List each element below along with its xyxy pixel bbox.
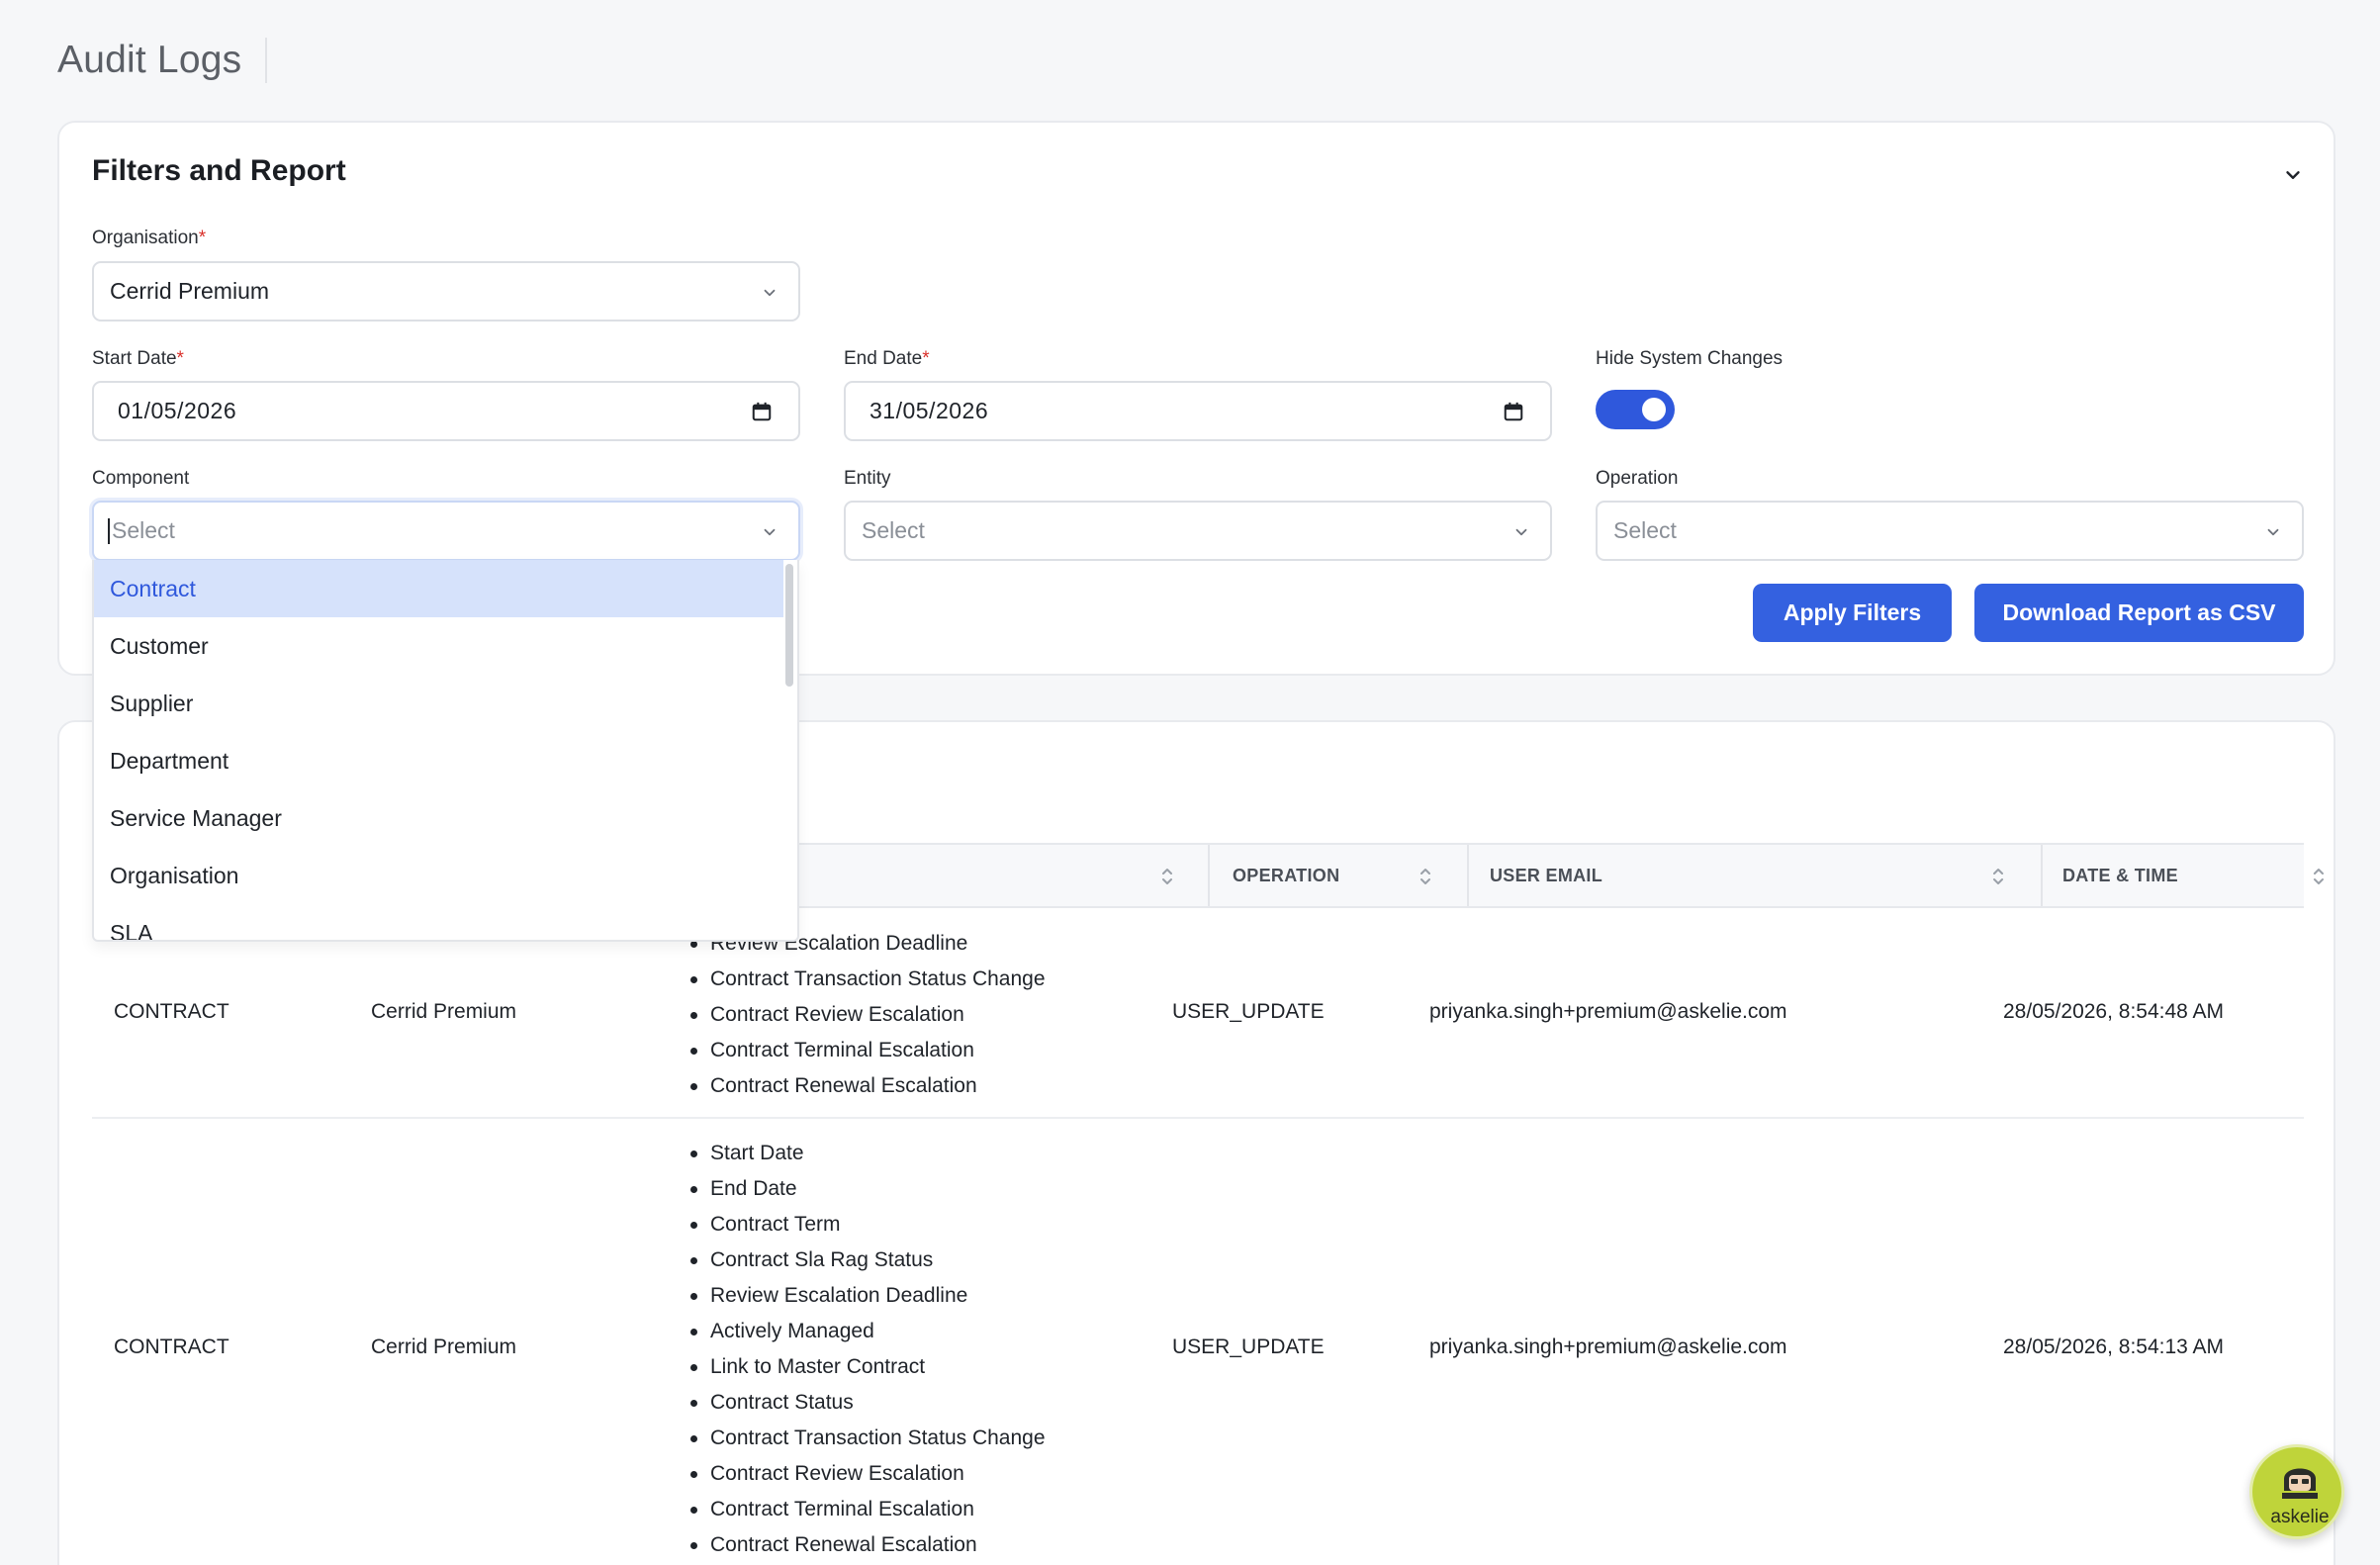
list-item: Contract Status (690, 1385, 1046, 1421)
column-separator (1467, 845, 1469, 906)
dropdown-option-supplier[interactable]: Supplier (94, 675, 783, 732)
filters-title: Filters and Report (92, 154, 346, 187)
dropdown-option-service-manager[interactable]: Service Manager (94, 789, 783, 847)
list-item: Review Escalation Deadline (690, 1278, 1046, 1314)
hide-system-changes-toggle[interactable] (1596, 390, 1675, 429)
text-caret (108, 517, 110, 544)
row-operation: USER_UPDATE (1172, 1335, 1325, 1358)
component-placeholder: Select (112, 517, 175, 543)
list-item: Contract Renewal Escalation (690, 1068, 1046, 1104)
list-item: End Date (690, 1171, 1046, 1207)
header-divider (265, 38, 268, 83)
col-operation-header[interactable]: OPERATION (1233, 845, 1339, 906)
end-date-value: 31/05/2026 (870, 398, 989, 423)
page-header: Audit Logs (57, 38, 268, 83)
dropdown-option-department[interactable]: Department (94, 732, 783, 789)
entity-label: Entity (844, 468, 891, 489)
chevron-down-icon (1515, 528, 1527, 536)
dropdown-option-contract[interactable]: Contract (94, 560, 783, 617)
row-component: CONTRACT (114, 1000, 229, 1023)
calendar-icon[interactable] (751, 401, 773, 422)
organisation-label: Organisation* (92, 228, 207, 248)
sort-icon[interactable] (1160, 865, 1174, 888)
assistant-label: askelie (2270, 1507, 2330, 1527)
list-item: Contract Terminal Escalation (690, 1492, 1046, 1527)
column-separator (1208, 845, 1210, 906)
dropdown-option-customer[interactable]: Customer (94, 617, 783, 675)
col-date-time-header[interactable]: DATE & TIME (2062, 845, 2178, 906)
row-operation: USER_UPDATE (1172, 1000, 1325, 1023)
list-item: Start Date (690, 1136, 1046, 1171)
chevron-down-icon (764, 528, 776, 536)
row-date-time: 28/05/2026, 8:54:13 AM (2003, 1335, 2225, 1358)
row-organisation: Cerrid Premium (371, 1000, 517, 1023)
end-date-input[interactable]: 31/05/2026 (844, 381, 1552, 441)
list-item: Contract Transaction Status Change (690, 962, 1046, 997)
col-user-email-header[interactable]: USER EMAIL (1490, 845, 1602, 906)
list-item: Contract Review Escalation (690, 1456, 1046, 1492)
operation-placeholder: Select (1613, 517, 1677, 543)
chevron-down-icon (2267, 528, 2279, 536)
end-date-label: End Date* (844, 348, 930, 369)
sort-icon[interactable] (2312, 865, 2326, 888)
list-item: Contract Renewal Escalation (690, 1527, 1046, 1563)
list-item: Contract Term (690, 1207, 1046, 1243)
list-item: Contract Review Escalation (690, 997, 1046, 1033)
organisation-select[interactable]: Cerrid Premium (92, 261, 800, 322)
component-dropdown-menu: Contract Customer Supplier Department Se… (92, 560, 799, 942)
assistant-chat-button[interactable]: askelie (2249, 1444, 2344, 1539)
row-component: CONTRACT (114, 1335, 229, 1358)
dropdown-option-organisation[interactable]: Organisation (94, 847, 783, 904)
list-item: Contract Terminal Escalation (690, 1033, 1046, 1068)
row-organisation: Cerrid Premium (371, 1335, 517, 1358)
component-label: Component (92, 468, 190, 489)
row-fields-list: Start Date End Date Contract Term Contra… (690, 1136, 1046, 1563)
calendar-icon[interactable] (1503, 401, 1524, 422)
assistant-avatar-icon (2282, 1468, 2318, 1499)
page-title: Audit Logs (57, 39, 242, 81)
toggle-knob (1642, 398, 1666, 421)
start-date-label: Start Date* (92, 348, 184, 369)
entity-placeholder: Select (862, 517, 925, 543)
apply-filters-button[interactable]: Apply Filters (1753, 584, 1952, 642)
sort-icon[interactable] (1419, 865, 1432, 888)
component-select[interactable]: Select (92, 501, 800, 561)
dropdown-scrollbar[interactable] (785, 564, 793, 687)
download-csv-button[interactable]: Download Report as CSV (1974, 584, 2304, 642)
operation-label: Operation (1596, 468, 1679, 489)
organisation-value: Cerrid Premium (110, 278, 270, 304)
sort-icon[interactable] (1991, 865, 2005, 888)
list-item: Actively Managed (690, 1314, 1046, 1349)
row-fields-list: Review Escalation Deadline Contract Tran… (690, 926, 1046, 1104)
column-separator (2041, 845, 2043, 906)
start-date-value: 01/05/2026 (118, 398, 237, 423)
list-item: Link to Master Contract (690, 1349, 1046, 1385)
operation-select[interactable]: Select (1596, 501, 2304, 561)
dropdown-option-sla[interactable]: SLA (94, 904, 783, 941)
start-date-input[interactable]: 01/05/2026 (92, 381, 800, 441)
chevron-down-icon[interactable] (2282, 164, 2304, 186)
hide-system-changes-label: Hide System Changes (1596, 348, 1784, 369)
entity-select[interactable]: Select (844, 501, 1552, 561)
row-divider (92, 1117, 2304, 1119)
row-date-time: 28/05/2026, 8:54:48 AM (2003, 1000, 2225, 1023)
row-user-email: priyanka.singh+premium@askelie.com (1429, 1000, 1787, 1023)
list-item: Contract Sla Rag Status (690, 1243, 1046, 1278)
chevron-down-icon (764, 289, 776, 297)
list-item: Contract Transaction Status Change (690, 1421, 1046, 1456)
row-user-email: priyanka.singh+premium@askelie.com (1429, 1335, 1787, 1358)
